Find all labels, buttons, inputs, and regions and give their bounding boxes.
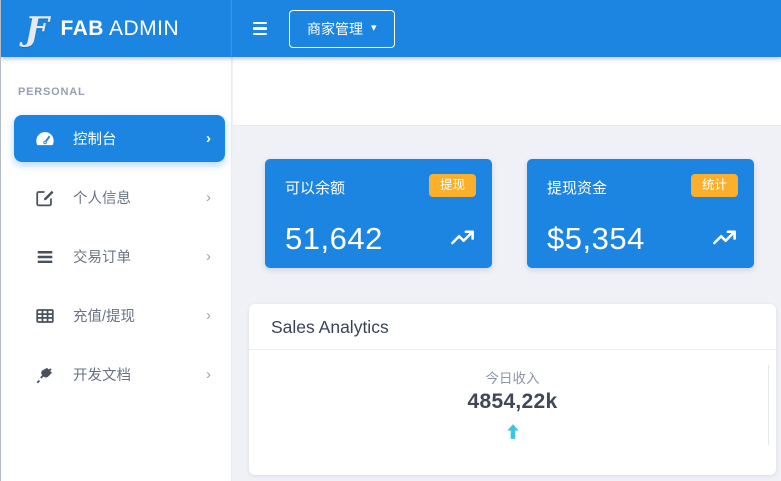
brand-name: FABADMIN	[60, 17, 179, 41]
sidebar-item-dashboard[interactable]: 控制台 ›	[14, 115, 225, 162]
hamburger-icon	[253, 22, 267, 25]
stat-title: 提现资金	[547, 174, 607, 198]
table-icon	[33, 304, 56, 327]
withdraw-badge-button[interactable]: 提现	[429, 174, 476, 197]
sidebar-nav: 控制台 › 个人信息 › 交易	[1, 115, 231, 398]
merchant-menu-label: 商家管理	[307, 19, 363, 39]
stat-value: $5,354	[547, 223, 645, 254]
trending-up-icon	[449, 225, 476, 252]
chevron-right-icon: ›	[206, 190, 211, 205]
sales-analytics-title: Sales Analytics	[249, 304, 776, 350]
edit-icon	[33, 186, 56, 209]
stat-card-withdraw-funds: 提现资金 统计 $5,354	[527, 159, 754, 268]
stat-value: 51,642	[285, 223, 383, 254]
brand-name-light: ADMIN	[109, 17, 179, 40]
sidebar-item-label: 充值/提现	[73, 305, 206, 326]
stat-card-balance: 可以余额 提现 51,642	[265, 159, 492, 268]
main-content: 可以余额 提现 51,642 提现资金 统计	[233, 57, 781, 481]
brand[interactable]: Ƒ FABADMIN	[1, 0, 232, 57]
merchant-menu-button[interactable]: 商家管理 ▾	[289, 10, 395, 48]
sidebar-item-orders[interactable]: 交易订单 ›	[14, 233, 225, 280]
toolbar: 商家管理 ▾	[232, 0, 781, 57]
chevron-right-icon: ›	[206, 131, 211, 146]
sales-analytics-card: Sales Analytics 今日收入 4854,22k	[249, 304, 776, 475]
brand-logo-icon: Ƒ	[25, 12, 48, 45]
plug-icon	[33, 363, 56, 386]
today-income-metric: 今日收入 4854,22k	[249, 367, 776, 448]
page-header-strip	[233, 57, 781, 126]
sidebar-item-label: 开发文档	[73, 364, 206, 385]
sidebar-item-profile[interactable]: 个人信息 ›	[14, 174, 225, 221]
gauge-icon	[33, 127, 56, 150]
caret-down-icon: ▾	[371, 23, 377, 34]
list-icon	[33, 245, 56, 268]
app-root: Ƒ FABADMIN 商家管理 ▾ PERSONAL	[0, 0, 781, 481]
chevron-right-icon: ›	[206, 249, 211, 264]
sidebar-toggle-button[interactable]	[253, 18, 267, 40]
arrow-up-icon	[249, 421, 776, 448]
metric-label: 今日收入	[249, 367, 776, 387]
stat-cards-row: 可以余额 提现 51,642 提现资金 统计	[265, 159, 781, 268]
chevron-right-icon: ›	[206, 367, 211, 382]
sidebar-item-label: 个人信息	[73, 187, 206, 208]
divider	[768, 365, 769, 445]
sidebar-item-label: 交易订单	[73, 246, 206, 267]
chevron-right-icon: ›	[206, 308, 211, 323]
brand-name-bold: FAB	[60, 17, 104, 40]
sidebar-section-label: PERSONAL	[18, 86, 231, 98]
statistics-badge-button[interactable]: 统计	[691, 174, 738, 197]
metric-value: 4854,22k	[249, 390, 776, 414]
sales-analytics-body: 今日收入 4854,22k	[249, 350, 776, 475]
stat-title: 可以余额	[285, 174, 345, 198]
topbar: Ƒ FABADMIN 商家管理 ▾	[1, 0, 781, 57]
sidebar-item-recharge-withdraw[interactable]: 充值/提现 ›	[14, 292, 225, 339]
sidebar-item-label: 控制台	[73, 128, 206, 149]
trending-up-icon	[711, 225, 738, 252]
sidebar: PERSONAL 控制台 › 个人信息	[1, 57, 232, 481]
sidebar-item-docs[interactable]: 开发文档 ›	[14, 351, 225, 398]
